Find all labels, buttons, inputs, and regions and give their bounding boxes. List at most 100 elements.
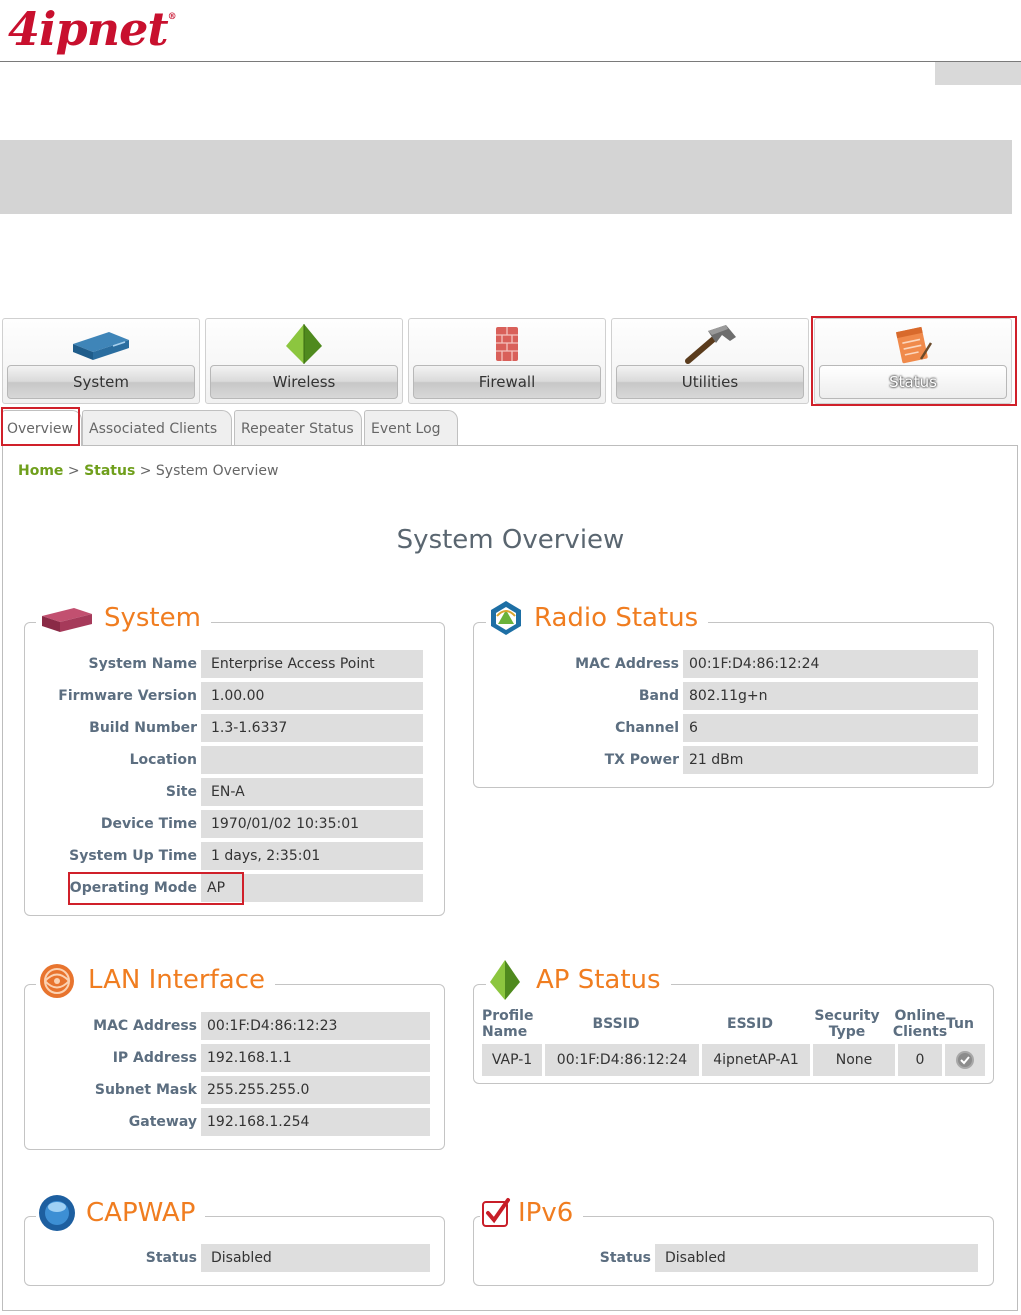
field-label: MAC Address — [575, 656, 679, 672]
field-value: 6 — [683, 714, 978, 742]
nav-status-button[interactable]: Status — [814, 318, 1012, 404]
field-label: Build Number — [89, 720, 197, 736]
ap-header-security-type: Security Type — [814, 1008, 880, 1040]
breadcrumb-separator: > — [67, 463, 80, 479]
field-label: Location — [129, 752, 197, 768]
nav-wireless-button[interactable]: Wireless — [205, 318, 403, 404]
field-value: 1970/01/02 10:35:01 — [201, 810, 423, 838]
header-divider — [0, 61, 1021, 62]
tab-associated-clients[interactable]: Associated Clients — [82, 410, 232, 446]
tunnel-status-icon[interactable] — [955, 1050, 975, 1070]
field-label: Site — [165, 784, 197, 800]
field-value: EN-A — [201, 778, 423, 806]
field-value: 21 dBm — [683, 746, 978, 774]
tab-event-log[interactable]: Event Log — [364, 410, 458, 446]
radio-tx-power-row: TX Power 21 dBm — [493, 746, 978, 774]
field-value: 1.00.00 — [201, 682, 423, 710]
ap-cell-essid: 4ipnetAP-A1 — [702, 1044, 810, 1076]
ipv6-section-header: IPv6 — [480, 1192, 584, 1234]
nav-system-button[interactable]: System — [2, 318, 200, 404]
lan-mac-row: MAC Address 00:1F:D4:86:12:23 — [44, 1012, 430, 1040]
nav-label: Utilities — [616, 365, 804, 399]
field-label: Band — [638, 688, 679, 704]
device-time-row: Device Time 1970/01/02 10:35:01 — [44, 810, 423, 838]
header-band — [0, 140, 1012, 214]
nav-label: Status — [819, 365, 1007, 399]
lan-gateway-row: Gateway 192.168.1.254 — [44, 1108, 430, 1136]
field-label: Channel — [615, 720, 679, 736]
page-title: System Overview — [396, 525, 625, 555]
capwap-orb-icon — [39, 1195, 75, 1231]
nav-label: Wireless — [210, 365, 398, 399]
field-value: 192.168.1.254 — [201, 1108, 430, 1136]
lan-interface-section-header: LAN Interface — [36, 960, 275, 1000]
field-value: 255.255.255.0 — [201, 1076, 430, 1104]
wireless-pyramid-icon — [206, 323, 402, 365]
hammer-icon — [612, 323, 808, 365]
brand-logo: 4ipnet® — [8, 2, 177, 56]
radio-channel-row: Channel 6 — [493, 714, 978, 742]
nav-label: Firewall — [413, 365, 601, 399]
field-value: 1.3-1.6337 — [201, 714, 423, 742]
site-row: Site EN-A — [44, 778, 423, 806]
radio-mac-row: MAC Address 00:1F:D4:86:12:24 — [493, 650, 978, 678]
field-label: IP Address — [112, 1050, 197, 1066]
location-row: Location — [44, 746, 423, 774]
header-tab — [935, 62, 1021, 85]
system-section-title: System — [104, 603, 201, 633]
notepad-icon — [815, 323, 1011, 365]
ap-header-essid: ESSID — [727, 1016, 773, 1032]
field-label: TX Power — [604, 752, 679, 768]
field-value: Disabled — [655, 1244, 978, 1272]
network-globe-icon — [40, 964, 74, 998]
ap-header-tun: Tun — [946, 1016, 974, 1032]
ap-header-bssid: BSSID — [592, 1016, 640, 1032]
operating-mode-row: Operating Mode AP — [44, 874, 423, 902]
build-number-row: Build Number 1.3-1.6337 — [44, 714, 423, 742]
lan-interface-section-title: LAN Interface — [88, 965, 265, 995]
ipv6-section-title: IPv6 — [518, 1198, 574, 1228]
radio-status-section-title: Radio Status — [534, 603, 699, 633]
ipv6-status-row: Status Disabled — [493, 1244, 978, 1272]
field-value: 192.168.1.1 — [201, 1044, 430, 1072]
ap-header-profile-name: Profile Name — [482, 1008, 534, 1040]
system-up-time-row: System Up Time 1 days, 2:35:01 — [44, 842, 423, 870]
nav-label: System — [7, 365, 195, 399]
breadcrumb: Home > Status > System Overview — [18, 463, 279, 479]
breadcrumb-separator: > — [139, 463, 152, 479]
nav-firewall-button[interactable]: Firewall — [408, 318, 606, 404]
lan-ip-row: IP Address 192.168.1.1 — [44, 1044, 430, 1072]
field-value: 1 days, 2:35:01 — [201, 842, 423, 870]
logo-text: 4ipnet — [8, 2, 169, 56]
tab-overview[interactable]: Overview — [2, 410, 82, 446]
nav-utilities-button[interactable]: Utilities — [611, 318, 809, 404]
system-section-header: System — [36, 598, 211, 638]
tab-repeater-status[interactable]: Repeater Status — [234, 410, 362, 446]
field-label: Status — [599, 1250, 651, 1266]
field-label: Device Time — [100, 816, 197, 832]
field-label: Firmware Version — [58, 688, 197, 704]
field-label: System Name — [88, 656, 197, 672]
registered-mark: ® — [167, 12, 177, 22]
breadcrumb-current: System Overview — [155, 463, 279, 479]
wireless-pyramid-icon — [490, 960, 520, 1000]
breadcrumb-status-link[interactable]: Status — [84, 463, 135, 479]
field-label: System Up Time — [69, 848, 197, 864]
ap-cell-security: None — [813, 1044, 895, 1076]
checkbox-checked-icon — [482, 1198, 510, 1227]
field-value: 802.11g+n — [683, 682, 978, 710]
field-value: 00:1F:D4:86:12:24 — [683, 650, 978, 678]
ap-status-section-header: AP Status — [486, 960, 671, 1000]
device-icon — [42, 608, 92, 632]
field-label: Subnet Mask — [94, 1082, 197, 1098]
router-icon — [3, 323, 199, 365]
field-label: Status — [145, 1250, 197, 1266]
ap-cell-profile: VAP-1 — [482, 1044, 542, 1076]
radio-band-row: Band 802.11g+n — [493, 682, 978, 710]
lan-subnet-row: Subnet Mask 255.255.255.0 — [44, 1076, 430, 1104]
ap-cell-bssid: 00:1F:D4:86:12:24 — [545, 1044, 699, 1076]
firmware-version-row: Firmware Version 1.00.00 — [44, 682, 423, 710]
system-name-row: System Name Enterprise Access Point — [44, 650, 423, 678]
ap-cell-tun — [945, 1044, 985, 1076]
breadcrumb-home-link[interactable]: Home — [18, 463, 63, 479]
